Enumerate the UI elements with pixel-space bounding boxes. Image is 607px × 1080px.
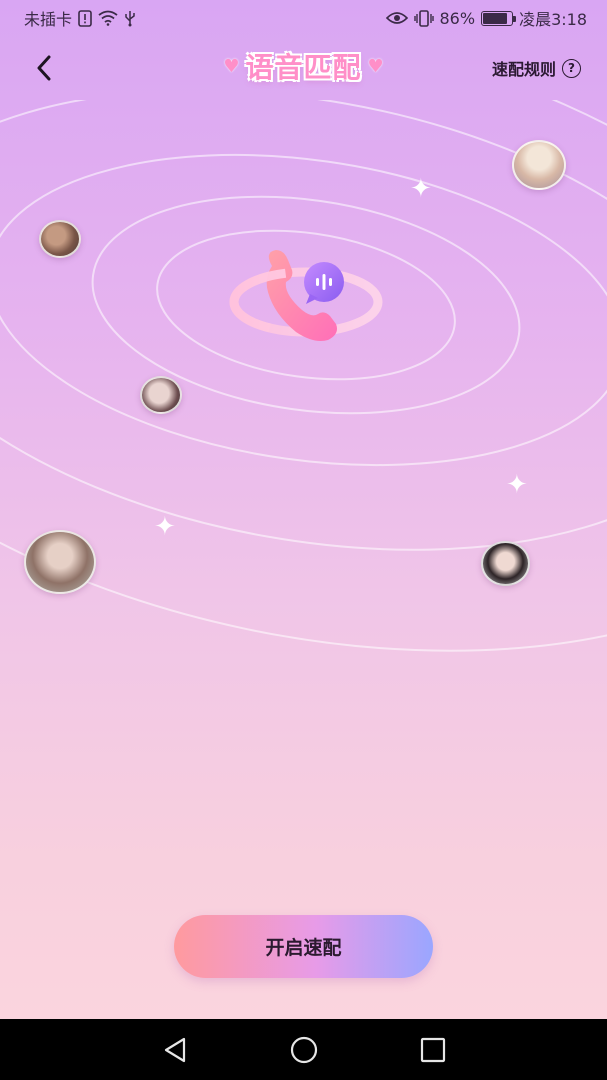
sparkle-icon: ✦ [154, 512, 176, 542]
orbit-ring [0, 100, 607, 652]
eye-comfort-icon [385, 11, 408, 25]
page-title: 语音匹配 [245, 51, 362, 84]
wifi-icon [98, 10, 118, 26]
user-avatar[interactable] [140, 376, 182, 414]
status-bar: 未插卡 86% 凌晨3:18 [0, 0, 607, 36]
clock-time: 凌晨3:18 [519, 10, 587, 29]
user-avatar[interactable] [512, 140, 566, 190]
sparkle-icon: ✦ [506, 470, 528, 500]
sparkle-icon: ✦ [410, 174, 432, 204]
battery-percent: 86% [439, 8, 476, 28]
user-avatar[interactable] [24, 530, 96, 594]
heart-right-icon: ♥ [367, 55, 384, 77]
carrier-text: 未插卡 [24, 10, 73, 29]
nav-back-triangle-icon [164, 1037, 185, 1062]
question-circle-icon: ? [562, 58, 581, 78]
nav-home-circle-icon [290, 1036, 317, 1063]
usb-icon [124, 10, 136, 27]
header: ♥ 语音匹配 ♥ 速配规则 ? [0, 36, 607, 100]
status-left: 未插卡 [24, 6, 136, 30]
match-rules-label: 速配规则 [491, 60, 556, 79]
user-avatar[interactable] [39, 220, 81, 258]
nav-back-button[interactable] [155, 1030, 195, 1070]
orbit-rings [0, 100, 607, 652]
heart-left-icon: ♥ [223, 55, 240, 77]
status-right: 86% 凌晨3:18 [385, 6, 587, 30]
nav-recents-button[interactable] [413, 1030, 453, 1070]
system-nav-bar [0, 1019, 607, 1080]
start-match-button[interactable]: 开启速配 [174, 915, 433, 978]
start-match-label: 开启速配 [265, 937, 342, 959]
sim-alert-icon [78, 9, 92, 27]
vibrate-icon [413, 9, 434, 27]
battery-fill [483, 12, 508, 24]
nav-home-button[interactable] [284, 1030, 324, 1070]
battery-icon [481, 10, 517, 26]
user-avatar[interactable] [481, 541, 530, 586]
phone-voice-icon [229, 250, 383, 341]
nav-recents-square-icon [420, 1037, 445, 1062]
match-rules-link[interactable]: 速配规则 ? [492, 56, 581, 80]
